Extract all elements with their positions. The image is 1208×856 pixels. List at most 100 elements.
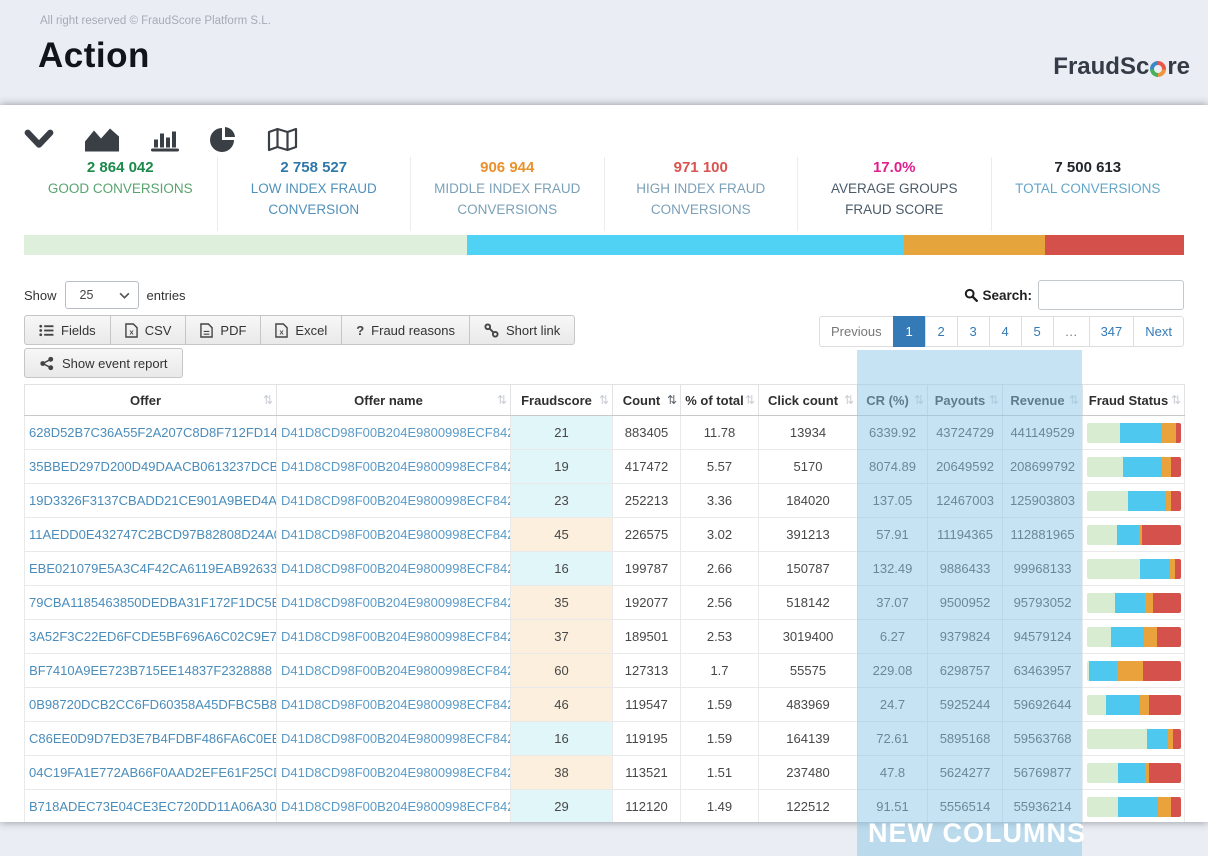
status-segment	[1149, 695, 1181, 715]
fraud-status-bar	[1087, 729, 1181, 749]
share-icon	[39, 356, 55, 371]
status-segment	[1140, 695, 1149, 715]
column-header-fraud-status[interactable]: Fraud Status⇅	[1083, 385, 1185, 416]
click-count-cell: 13934	[759, 416, 858, 450]
cr-cell: 137.05	[858, 484, 928, 518]
csv-button[interactable]: xCSV	[110, 315, 187, 345]
chevron-down-icon[interactable]	[24, 129, 54, 149]
bar-chart-icon[interactable]	[150, 126, 180, 153]
pagination-page-347[interactable]: 347	[1089, 316, 1135, 347]
cr-cell: 132.49	[858, 552, 928, 586]
pie-chart-icon[interactable]	[210, 126, 237, 153]
pdf-button[interactable]: PDF	[185, 315, 261, 345]
pct-of-total-cell: 5.57	[681, 450, 759, 484]
status-segment	[1087, 627, 1111, 647]
fraudscore-cell: 35	[511, 586, 613, 620]
column-label: Revenue	[1010, 393, 1064, 408]
fields-button[interactable]: Fields	[24, 315, 111, 345]
status-segment	[1175, 559, 1181, 579]
area-chart-icon[interactable]	[84, 126, 120, 153]
payouts-cell: 5556514	[928, 790, 1003, 823]
offer-link[interactable]: 0B98720DCB2CC6FD60358A45DFBC5B87	[29, 697, 277, 712]
payouts-cell: 11194365	[928, 518, 1003, 552]
column-header-fraudscore[interactable]: Fraudscore⇅	[511, 385, 613, 416]
offer-cell: BF7410A9EE723B715EE14837F2328888	[25, 654, 277, 688]
pagination-previous[interactable]: Previous	[819, 316, 894, 347]
offer-name-cell: D41D8CD98F00B204E9800998ECF8427E	[277, 416, 511, 450]
pagination-page-4[interactable]: 4	[989, 316, 1022, 347]
payouts-cell: 5895168	[928, 722, 1003, 756]
pagination-page-1[interactable]: 1	[893, 316, 926, 347]
payouts-cell: 20649592	[928, 450, 1003, 484]
button-label: Short link	[506, 323, 560, 338]
click-count-cell: 237480	[759, 756, 858, 790]
cr-cell: 37.07	[858, 586, 928, 620]
main-card: 2 864 042GOOD CONVERSIONS2 758 527LOW IN…	[0, 105, 1208, 822]
column-header-offer[interactable]: Offer⇅	[25, 385, 277, 416]
column-header-count[interactable]: Count⇅	[613, 385, 681, 416]
pct-of-total-cell: 1.59	[681, 688, 759, 722]
status-segment	[1115, 593, 1145, 613]
offer-link[interactable]: 19D3326F3137CBADD21CE901A9BED4A7	[29, 493, 277, 508]
sort-icon: ⇅	[914, 393, 924, 407]
fraud-status-cell	[1083, 586, 1185, 620]
stats-row: 2 864 042GOOD CONVERSIONS2 758 527LOW IN…	[24, 157, 1184, 231]
table-row: B718ADEC73E04CE3EC720DD11A06A308D41D8CD9…	[25, 790, 1185, 823]
payouts-cell: 9500952	[928, 586, 1003, 620]
offer-link[interactable]: 35BBED297D200D49DAACB0613237DCB0	[29, 459, 277, 474]
short-link-button[interactable]: Short link	[469, 315, 575, 345]
search-input[interactable]	[1038, 280, 1184, 310]
pagination-page-5[interactable]: 5	[1021, 316, 1054, 347]
revenue-cell: 56769877	[1003, 756, 1083, 790]
entries-select[interactable]: 25	[65, 281, 139, 309]
offer-link[interactable]: 11AEDD0E432747C2BCD97B82808D24A0	[29, 527, 277, 542]
new-columns-label: NEW COLUMNS	[868, 818, 1086, 849]
event-report-row: Show event report	[24, 348, 1184, 380]
distribution-segment	[904, 235, 1044, 255]
excel-button[interactable]: xExcel	[260, 315, 342, 345]
click-count-cell: 184020	[759, 484, 858, 518]
fraud-status-bar	[1087, 457, 1181, 477]
column-header-cr-[interactable]: CR (%)⇅	[858, 385, 928, 416]
offer-link[interactable]: C86EE0D9D7ED3E7B4FDBF486FA6C0EBB	[29, 731, 277, 746]
pagination-next[interactable]: Next	[1133, 316, 1184, 347]
offer-link[interactable]: B718ADEC73E04CE3EC720DD11A06A308	[29, 799, 277, 814]
stat-label: TOTAL CONVERSIONS	[1002, 179, 1175, 200]
column-label: Payouts	[935, 393, 986, 408]
pct-of-total-cell: 2.66	[681, 552, 759, 586]
offer-link[interactable]: BF7410A9EE723B715EE14837F2328888	[29, 663, 272, 678]
offer-link[interactable]: 79CBA1185463850DEDBA31F172F1DC5B	[29, 595, 277, 610]
fraud-reasons-button[interactable]: ?Fraud reasons	[341, 315, 470, 345]
revenue-cell: 59692644	[1003, 688, 1083, 722]
fraud-status-cell	[1083, 484, 1185, 518]
fraud-status-cell	[1083, 654, 1185, 688]
column-header-revenue[interactable]: Revenue⇅	[1003, 385, 1083, 416]
sort-icon: ⇅	[989, 393, 999, 407]
column-header-payouts[interactable]: Payouts⇅	[928, 385, 1003, 416]
offer-name-cell: D41D8CD98F00B204E9800998ECF8427E	[277, 722, 511, 756]
stat-item: 2 758 527LOW INDEX FRAUD CONVERSION	[218, 157, 412, 231]
pct-of-total-cell: 1.7	[681, 654, 759, 688]
button-label: PDF	[220, 323, 246, 338]
revenue-cell: 59563768	[1003, 722, 1083, 756]
table-row: 628D52B7C36A55F2A207C8D8F712FD14D41D8CD9…	[25, 416, 1185, 450]
pagination-page-2[interactable]: 2	[925, 316, 958, 347]
click-count-cell: 483969	[759, 688, 858, 722]
status-segment	[1171, 797, 1181, 817]
column-header--of-total[interactable]: % of total⇅	[681, 385, 759, 416]
column-header-offer-name[interactable]: Offer name⇅	[277, 385, 511, 416]
offer-link[interactable]: EBE021079E5A3C4F42CA6119EAB92633	[29, 561, 277, 576]
offer-link[interactable]: 3A52F3C22ED6FCDE5BF696A6C02C9E73	[29, 629, 277, 644]
results-table-wrap: Offer⇅Offer name⇅Fraudscore⇅Count⇅% of t…	[24, 384, 1184, 822]
column-header-click-count[interactable]: Click count⇅	[759, 385, 858, 416]
table-row: C86EE0D9D7ED3E7B4FDBF486FA6C0EBBD41D8CD9…	[25, 722, 1185, 756]
sort-icon: ⇅	[497, 393, 507, 407]
map-icon[interactable]	[267, 127, 298, 152]
offer-link[interactable]: 04C19FA1E772AB66F0AAD2EFE61F25CD	[29, 765, 277, 780]
show-event-report-button[interactable]: Show event report	[24, 348, 183, 378]
column-label: Offer	[130, 393, 161, 408]
offer-link[interactable]: 628D52B7C36A55F2A207C8D8F712FD14	[29, 425, 277, 440]
fraudscore-cell: 16	[511, 552, 613, 586]
pagination-page-3[interactable]: 3	[957, 316, 990, 347]
stat-item: 2 864 042GOOD CONVERSIONS	[24, 157, 218, 231]
